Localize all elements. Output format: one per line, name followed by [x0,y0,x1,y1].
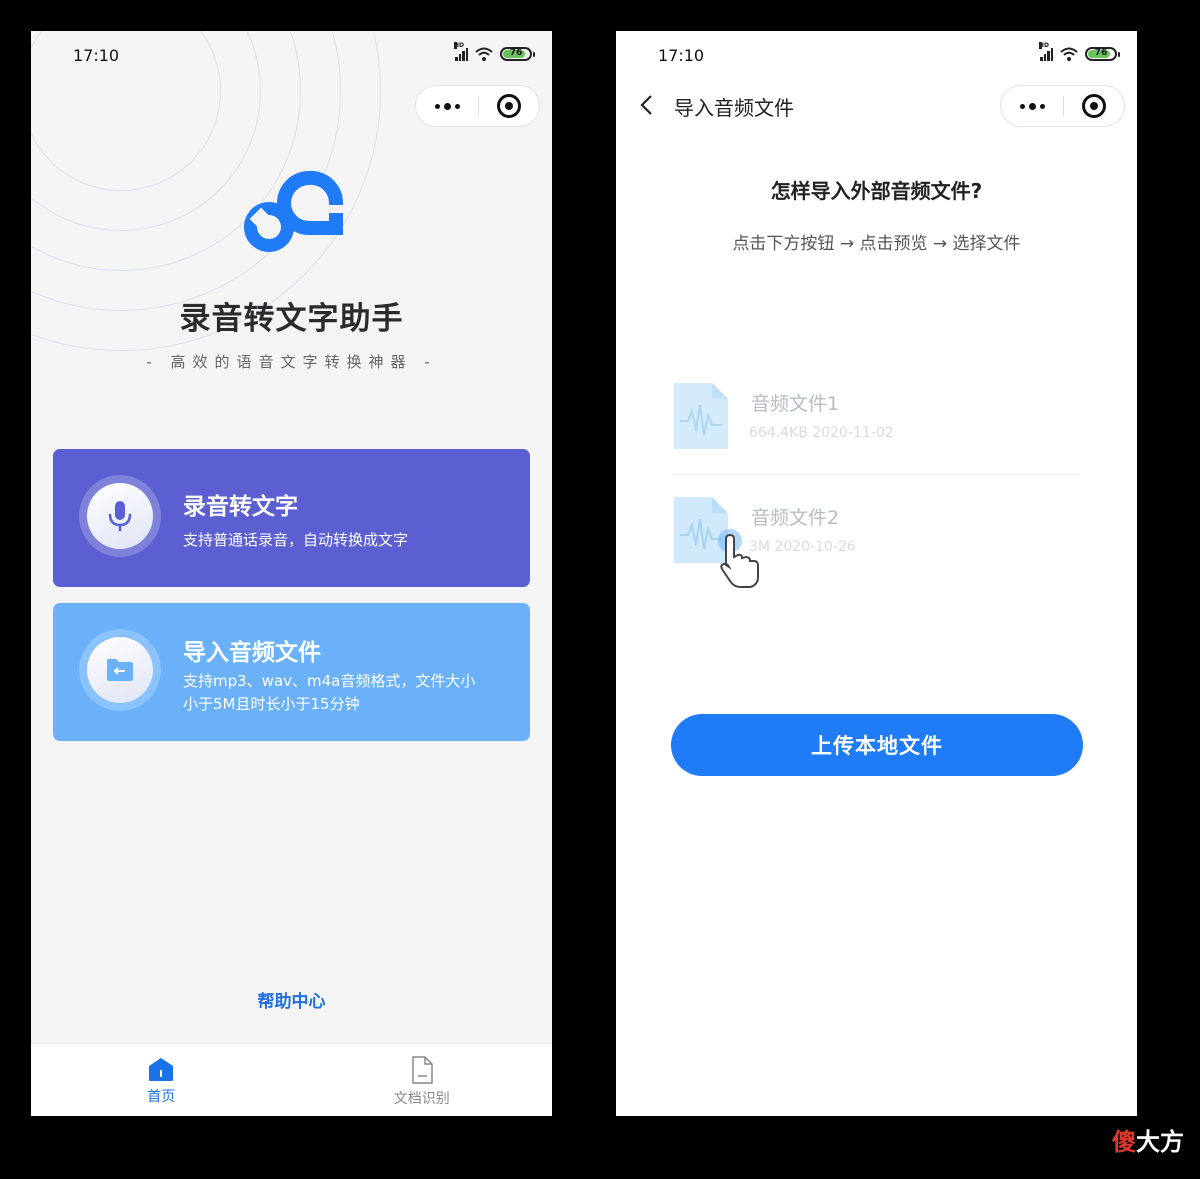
tab-document-recognition[interactable]: 文档识别 [292,1044,553,1116]
document-icon [412,1056,433,1084]
status-time: 17:10 [658,46,705,65]
microphone-icon [87,483,153,549]
record-card-title: 录音转文字 [183,494,298,520]
home-icon [149,1058,174,1081]
instructions-steps: 点击下方按钮 → 点击预览 → 选择文件 [732,234,1021,254]
battery-icon: 76 [1085,47,1120,61]
signal-icon: HD [1039,42,1053,61]
tab-home[interactable]: 首页 [31,1044,292,1116]
import-audio-card[interactable]: 导入音频文件 支持mp3、wav、m4a音频格式，文件大小小于5M且时长小于15… [53,603,530,741]
import-card-description: 支持mp3、wav、m4a音频格式，文件大小小于5M且时长小于15分钟 [183,672,476,713]
list-item: 音频文件1 664.4KB 2020-11-02 [672,375,1080,475]
status-bar: 17:10 HD 76 [31,31,552,79]
target-icon [497,94,521,118]
more-menu-button[interactable] [1001,86,1063,126]
instructions-title: 怎样导入外部音频文件? [770,179,983,203]
back-arrow-icon[interactable] [636,93,660,117]
audio-file-icon [674,383,728,449]
app-subtitle: - 高效的语音文字转换神器 - [146,353,437,371]
app-logo-icon [244,170,347,252]
close-miniprogram-button[interactable] [1064,94,1124,118]
tab-bar: 首页 文档识别 [31,1043,552,1116]
pointer-hand-icon [718,529,759,588]
miniprogram-capsule [415,85,540,127]
status-time: 17:10 [73,46,120,65]
watermark: 傻大方 [1112,1127,1184,1156]
help-center-link[interactable]: 帮助中心 [31,987,552,1012]
import-card-title: 导入音频文件 [183,640,321,666]
import-audio-screen: 17:10 HD 76 导入音频文件 怎样导入外部音频文件? 点击下方按钮 → … [616,31,1137,1116]
more-menu-button[interactable] [416,86,478,126]
file-name: 音频文件1 [751,393,840,415]
file-meta: 664.4KB 2020-11-02 [749,425,894,441]
file-name: 音频文件2 [751,507,840,529]
upload-local-file-button[interactable]: 上传本地文件 [671,714,1083,776]
record-card-description: 支持普通话录音，自动转换成文字 [183,531,409,549]
status-bar: 17:10 HD 76 [616,31,1137,79]
miniprogram-capsule [1000,85,1125,127]
app-title: 录音转文字助手 [179,301,404,337]
battery-icon: 76 [500,47,535,61]
wifi-icon [475,47,493,61]
target-icon [1082,94,1106,118]
folder-import-icon [87,637,153,703]
record-to-text-card[interactable]: 录音转文字 支持普通话录音，自动转换成文字 [53,449,530,587]
page-title: 导入音频文件 [674,96,794,120]
wifi-icon [1060,47,1078,61]
signal-icon: HD [454,42,468,61]
home-screen: 17:10 HD 76 录音转文字助手 - 高效的语音文字转换神器 - 录音转文… [31,31,552,1116]
close-miniprogram-button[interactable] [479,94,539,118]
